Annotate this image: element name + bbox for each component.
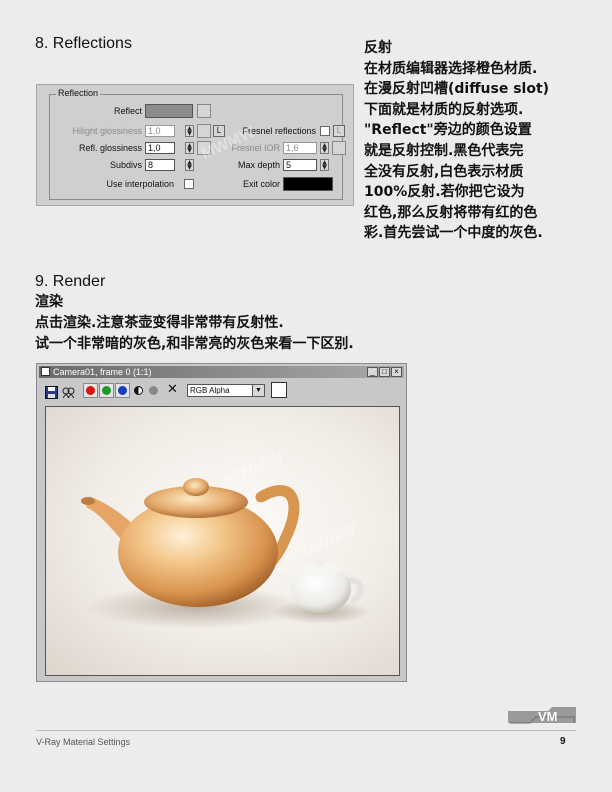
fresnel-reflections-checkbox[interactable] [320, 126, 330, 136]
close-button[interactable]: × [391, 367, 402, 377]
text-line: 全没有反射,白色表示材质 [364, 163, 524, 180]
fresnel-ior-map-button[interactable] [332, 141, 346, 155]
svg-text:VM: VM [538, 709, 558, 724]
watermark: MWMW [220, 446, 286, 491]
minimize-button[interactable]: _ [367, 367, 378, 377]
page-number: 9 [560, 736, 566, 747]
footer-divider [36, 730, 576, 731]
hilight-glossiness-field[interactable]: 1,0 [145, 125, 175, 137]
save-icon[interactable] [45, 384, 58, 399]
window-title: Camera01, frame 0 (1:1) [53, 367, 152, 377]
render-viewport: MWMW MWMW [45, 406, 400, 676]
clear-icon[interactable]: ✕ [167, 383, 180, 396]
text-line: 反射 [364, 40, 392, 56]
reflect-color-swatch[interactable] [145, 104, 193, 118]
text-line: 彩.首先尝试一个中度的灰色. [364, 225, 543, 242]
monochrome-icon[interactable] [149, 386, 158, 395]
section-8-title: 8. Reflections [35, 35, 132, 52]
footer-title: V-Ray Material Settings [36, 737, 131, 747]
subdivs-spinner[interactable]: ▲ ▼ [185, 159, 194, 171]
text-line: 渲染 [35, 294, 63, 310]
render-description: 渲染 点击渲染.注意茶壶变得非常带有反射性. 试一个非常暗的灰色,和非常亮的灰色… [35, 292, 354, 355]
refl-glossiness-field[interactable]: 1,0 [145, 142, 175, 154]
hilight-map-button[interactable] [197, 124, 211, 138]
text-line: "Reflect"旁边的颜色设置 [364, 122, 532, 139]
watermark: MWMW [301, 521, 361, 561]
vm-logo: VM [508, 707, 576, 729]
teapot-render-image: MWMW MWMW [81, 446, 371, 629]
max-depth-field[interactable]: 5 [283, 159, 317, 171]
color-swatch[interactable] [271, 382, 287, 398]
text-line: 就是反射控制.黑色代表完 [364, 142, 524, 159]
clone-window-icon[interactable] [62, 384, 75, 399]
text-line: 下面就是材质的反射选项. [364, 101, 524, 118]
render-toolbar: ✕ RGB Alpha ▼ [39, 380, 404, 402]
fresnel-lock-button[interactable]: L [333, 125, 345, 137]
exit-color-label: Exit color [242, 179, 280, 189]
channel-display-value: RGB Alpha [190, 386, 230, 395]
refl-glossiness-label: Refl. glossiness [78, 143, 142, 153]
text-line: 点击渲染.注意茶壶变得非常带有反射性. [35, 315, 284, 331]
section-9-title: 9. Render [35, 273, 106, 290]
window-titlebar[interactable]: Camera01, frame 0 (1:1) _ □ × [39, 366, 404, 378]
red-channel-icon [86, 386, 95, 395]
max-depth-label: Max depth [237, 160, 280, 170]
green-channel-icon [102, 386, 111, 395]
use-interpolation-checkbox[interactable] [184, 179, 194, 189]
reflection-description: 反射 在材质编辑器选择橙色材质. 在漫反射凹槽(diffuse slot) 下面… [364, 38, 604, 244]
hilight-glossiness-spinner[interactable]: ▲ ▼ [185, 125, 194, 137]
render-frame-window: Camera01, frame 0 (1:1) _ □ × ✕ RGB Alph… [36, 363, 407, 682]
exit-color-swatch[interactable] [283, 177, 333, 191]
fresnel-ior-spinner[interactable]: ▲ ▼ [320, 142, 329, 154]
blue-channel-icon [118, 386, 127, 395]
blue-channel-button[interactable] [115, 383, 130, 398]
channel-display-select[interactable]: RGB Alpha ▼ [187, 384, 265, 397]
text-line: 100%反射.若你把它设为 [364, 184, 525, 201]
maximize-button[interactable]: □ [379, 367, 390, 377]
max-depth-spinner[interactable]: ▲ ▼ [320, 159, 329, 171]
reflect-label: Reflect [113, 106, 142, 116]
reflection-legend: Reflection [56, 88, 101, 98]
text-line: 在材质编辑器选择橙色材质. [364, 60, 538, 77]
reflection-panel: Reflection Reflect Hilight glossiness 1,… [36, 84, 354, 206]
alpha-channel-icon[interactable] [134, 386, 143, 395]
text-line: 试一个非常暗的灰色,和非常亮的灰色来看一下区别. [35, 336, 354, 352]
red-channel-button[interactable] [83, 383, 98, 398]
subdivs-label: Subdivs [109, 160, 142, 170]
hilight-glossiness-label: Hilight glossiness [72, 126, 142, 136]
fresnel-ior-field[interactable]: 1,6 [283, 142, 317, 154]
text-line: 在漫反射凹槽(diffuse slot) [364, 81, 550, 98]
text-line: 红色,那么反射将带有红的色 [364, 204, 538, 221]
green-channel-button[interactable] [99, 383, 114, 398]
refl-glossiness-spinner[interactable]: ▲ ▼ [185, 142, 194, 154]
reflection-group: Reflection Reflect Hilight glossiness 1,… [49, 88, 346, 200]
subdivs-field[interactable]: 8 [145, 159, 175, 171]
use-interpolation-label: Use interpolation [106, 179, 174, 189]
reflect-map-button[interactable] [197, 104, 211, 118]
chevron-down-icon: ▼ [252, 385, 264, 396]
window-icon [41, 367, 50, 376]
